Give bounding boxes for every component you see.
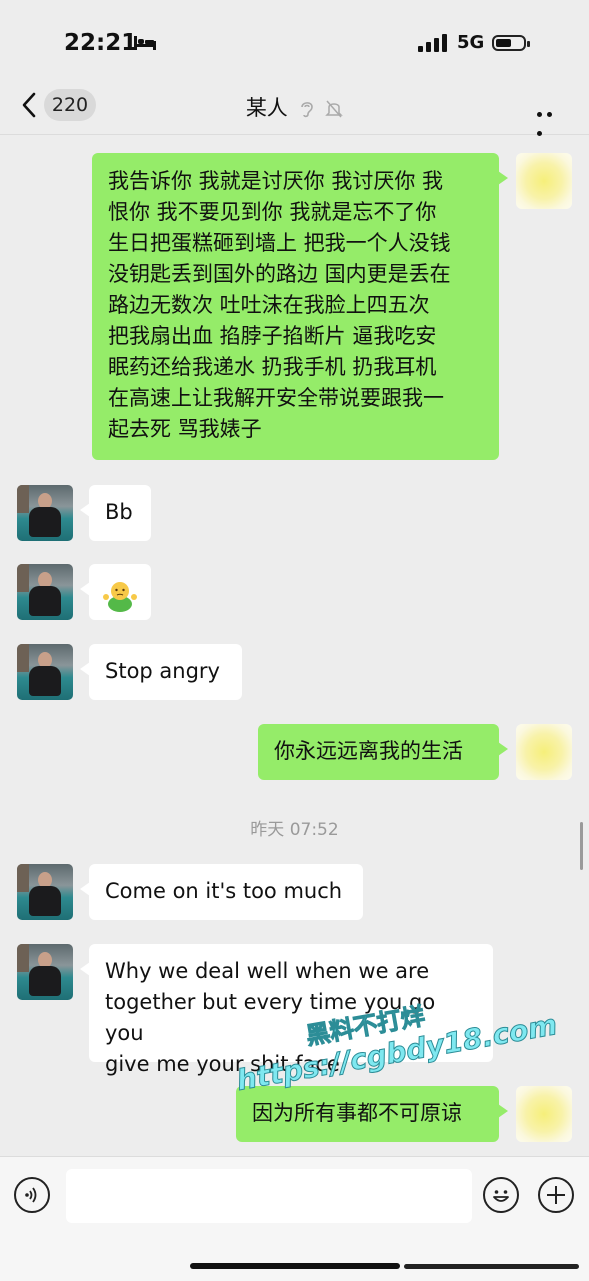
message-bubble-outgoing[interactable]: 因为所有事都不可原谅 xyxy=(236,1086,508,1142)
cellular-signal-icon xyxy=(418,34,447,52)
more-options-icon[interactable] xyxy=(537,102,565,136)
message-line: 在高速上让我解开安全带说要跟我一 xyxy=(108,386,444,410)
sleep-mode-icon xyxy=(134,36,156,50)
message-bubble-outgoing[interactable]: 你永远远离我的生活 xyxy=(258,724,508,780)
message-line: 生日把蛋糕砸到墙上 把我一个人没钱 xyxy=(108,231,451,255)
my-avatar[interactable] xyxy=(516,1086,572,1142)
ear-icon xyxy=(300,102,313,118)
battery-icon xyxy=(492,35,530,51)
message-timestamp: 昨天 07:52 xyxy=(250,820,339,840)
message-line: Why we deal well when we are xyxy=(105,959,430,983)
shrug-emoji-icon xyxy=(103,582,137,612)
contact-avatar[interactable] xyxy=(17,485,73,541)
contact-avatar[interactable] xyxy=(17,564,73,620)
emoji-icon[interactable] xyxy=(483,1177,519,1213)
message-bubble-incoming[interactable]: Stop angry xyxy=(80,644,242,700)
network-type: 5G xyxy=(457,32,485,53)
message-text: Bb xyxy=(105,500,133,524)
add-attachment-icon[interactable] xyxy=(538,1177,574,1213)
my-avatar[interactable] xyxy=(516,724,572,780)
chat-title: 某人 xyxy=(0,92,589,122)
message-bubble-incoming[interactable]: Bb xyxy=(80,485,151,541)
message-bubble-incoming[interactable]: Come on it's too much xyxy=(80,864,363,920)
message-text: 因为所有事都不可原谅 xyxy=(252,1101,462,1125)
home-indicator-secondary xyxy=(404,1264,579,1269)
message-bubble-outgoing[interactable]: 我告诉你 我就是讨厌你 我讨厌你 我 恨你 我不要见到你 我就是忘不了你 生日把… xyxy=(92,153,508,460)
contact-avatar[interactable] xyxy=(17,864,73,920)
scrollbar[interactable] xyxy=(580,822,583,870)
chat-header: 220 某人 xyxy=(0,80,589,136)
message-text-input[interactable] xyxy=(66,1169,472,1223)
contact-avatar[interactable] xyxy=(17,644,73,700)
message-line: 路边无数次 吐吐沫在我脸上四五次 xyxy=(108,293,430,317)
message-text: 你永远远离我的生活 xyxy=(274,739,463,763)
message-text: Stop angry xyxy=(105,659,220,683)
message-line: 没钥匙丢到国外的路边 国内更是丢在 xyxy=(108,262,451,286)
voice-input-icon[interactable] xyxy=(14,1177,50,1213)
contact-name: 某人 xyxy=(245,96,288,120)
message-line: 把我扇出血 掐脖子掐断片 逼我吃安 xyxy=(108,324,437,348)
message-line: 起去死 骂我婊子 xyxy=(108,417,262,441)
contact-avatar[interactable] xyxy=(17,944,73,1000)
home-indicator[interactable] xyxy=(190,1263,400,1269)
message-bubble-incoming[interactable] xyxy=(80,564,151,620)
my-avatar[interactable] xyxy=(516,153,572,209)
status-time: 22:21 xyxy=(64,30,138,56)
message-line: 恨你 我不要见到你 我就是忘不了你 xyxy=(108,200,437,224)
status-bar: 22:21 5G xyxy=(0,0,589,80)
message-line: 我告诉你 我就是讨厌你 我讨厌你 我 xyxy=(108,169,444,193)
message-text: Come on it's too much xyxy=(105,879,343,903)
mute-bell-icon xyxy=(325,100,343,118)
message-line: 眠药还给我递水 扔我手机 扔我耳机 xyxy=(108,355,437,379)
